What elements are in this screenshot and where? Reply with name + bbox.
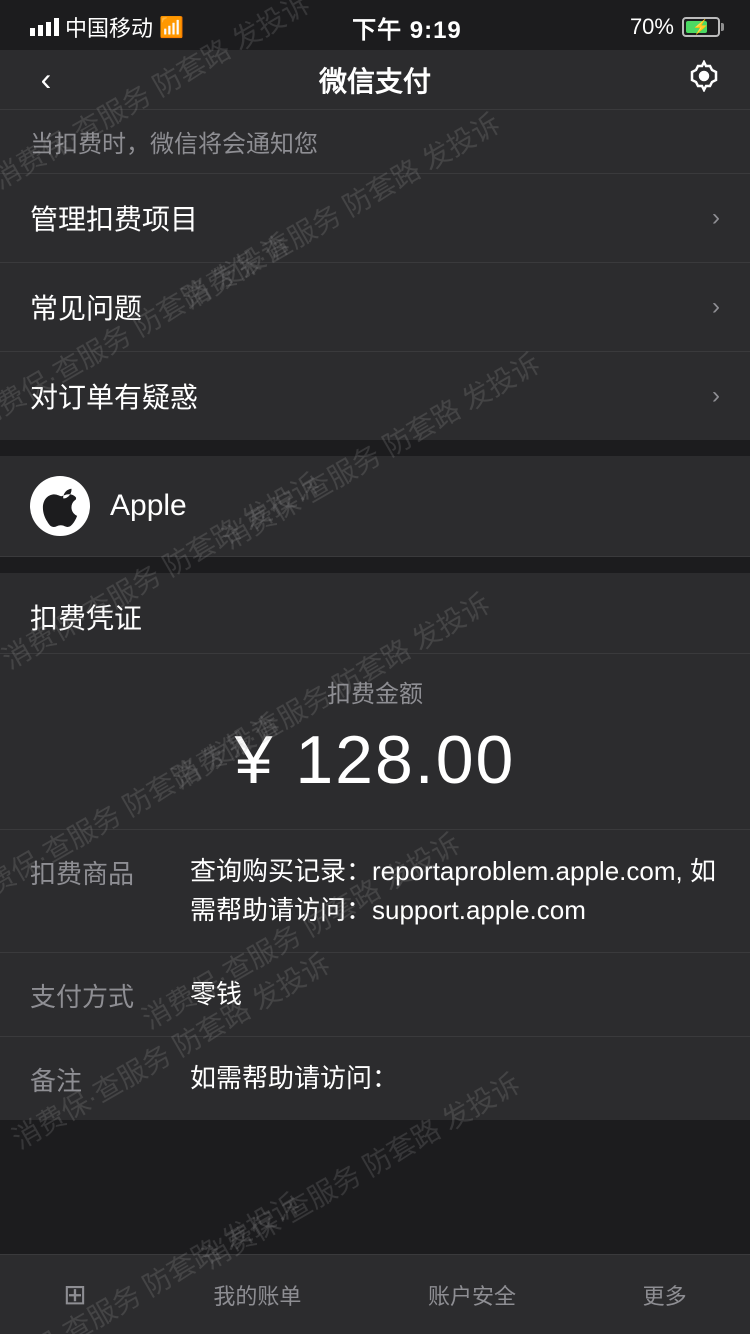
amount-section: 扣费金额 ¥ 128.00: [0, 654, 750, 830]
nav-bar: ‹ 微信支付: [0, 50, 750, 110]
chevron-right-icon: ›: [712, 293, 720, 321]
voucher-section: 扣费凭证 扣费金额 ¥ 128.00: [0, 573, 750, 830]
voucher-header: 扣费凭证: [0, 573, 750, 654]
tab-account-security-label: 账户安全: [428, 1279, 516, 1311]
details-section: 扣费商品 查询购买记录：reportaproblem.apple.com, 如需…: [0, 830, 750, 1120]
battery-icon: ⚡: [682, 17, 720, 37]
apple-logo: [30, 476, 90, 536]
battery-percent: 70%: [630, 14, 674, 40]
tab-more-label: 更多: [643, 1279, 687, 1311]
detail-row-product: 扣费商品 查询购买记录：reportaproblem.apple.com, 如需…: [0, 830, 750, 953]
menu-item-manage[interactable]: 管理扣费项目 ›: [0, 174, 750, 263]
detail-value-payment: 零钱: [190, 975, 720, 1014]
carrier-label: 中国移动: [65, 11, 153, 43]
detail-row-note: 备注 如需帮助请访问：: [0, 1037, 750, 1120]
apple-merchant-section: Apple: [0, 456, 750, 557]
tab-my-bills[interactable]: 我的账单: [213, 1279, 301, 1311]
status-bar: 中国移动 📶 下午 9:19 70% ⚡: [0, 0, 750, 50]
section-divider: [0, 440, 750, 456]
apple-merchant-name: Apple: [110, 489, 187, 523]
detail-value-product: 查询购买记录：reportaproblem.apple.com, 如需帮助请访问…: [190, 852, 720, 930]
page-title: 微信支付: [319, 60, 431, 100]
chevron-right-icon: ›: [712, 204, 720, 232]
signal-icon: [30, 18, 59, 36]
amount-label: 扣费金额: [30, 674, 720, 709]
tab-bar: ⊞ 我的账单 账户安全 更多: [0, 1254, 750, 1334]
detail-label-note: 备注: [30, 1059, 190, 1098]
status-time: 下午 9:19: [352, 10, 462, 45]
tab-my-bills-label: 我的账单: [213, 1279, 301, 1311]
amount-value: ¥ 128.00: [30, 721, 720, 799]
tab-account-security[interactable]: 账户安全: [428, 1279, 516, 1311]
wifi-icon: 📶: [159, 15, 184, 40]
status-left: 中国移动 📶: [30, 11, 184, 43]
detail-value-note: 如需帮助请访问：: [190, 1059, 720, 1098]
menu-section: 管理扣费项目 › 常见问题 › 对订单有疑惑 ›: [0, 174, 750, 440]
tab-more[interactable]: 更多: [643, 1279, 687, 1311]
back-button[interactable]: ‹: [24, 61, 68, 98]
gear-icon: [688, 60, 720, 92]
detail-row-payment: 支付方式 零钱: [0, 953, 750, 1037]
detail-label-payment: 支付方式: [30, 975, 190, 1014]
menu-item-faq[interactable]: 常见问题 ›: [0, 263, 750, 352]
tab-keyboard[interactable]: ⊞: [63, 1278, 86, 1311]
section-divider-2: [0, 557, 750, 573]
menu-section-top: 当扣费时，微信将会通知您: [0, 110, 750, 174]
detail-label-product: 扣费商品: [30, 852, 190, 891]
settings-button[interactable]: [682, 60, 726, 99]
chevron-right-icon: ›: [712, 382, 720, 410]
voucher-title: 扣费凭证: [30, 603, 142, 634]
status-right: 70% ⚡: [630, 14, 720, 40]
keyboard-icon: ⊞: [63, 1278, 86, 1311]
partial-menu-item: 当扣费时，微信将会通知您: [0, 110, 750, 174]
menu-item-order-query[interactable]: 对订单有疑惑 ›: [0, 352, 750, 440]
